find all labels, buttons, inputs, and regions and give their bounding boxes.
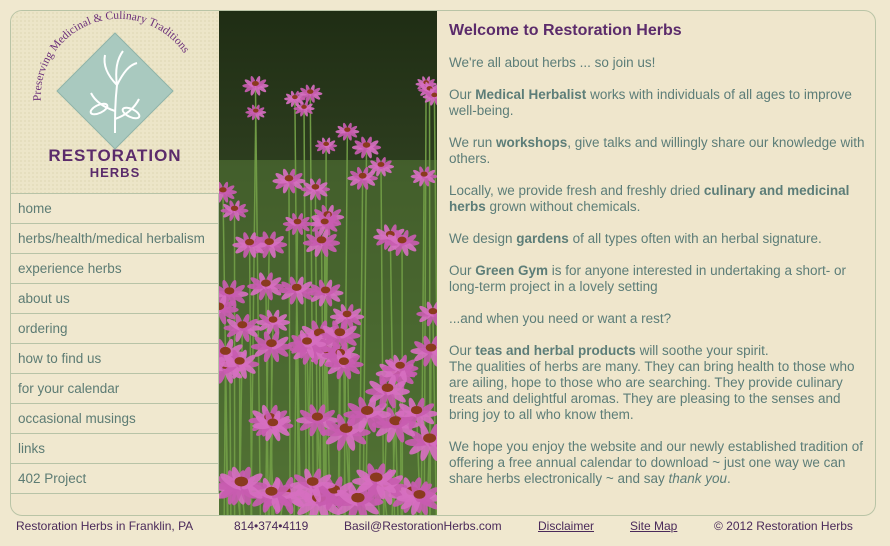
page-title: Welcome to Restoration Herbs [449, 22, 682, 39]
nav-item-musings[interactable]: occasional musings [11, 403, 219, 434]
green-gym-bold: Green Gym [475, 263, 549, 278]
teas-paragraph: Our teas and herbal products will soothe… [449, 343, 855, 422]
workshops-paragraph: We run workshops, give talks and willing… [449, 135, 865, 166]
left-column: Preserving Medicinal & Culinary Traditio… [11, 11, 219, 515]
logo-name-line1: RESTORATION [48, 146, 181, 165]
footer-copyright: © 2012 Restoration Herbs [714, 519, 853, 533]
footer-email[interactable]: Basil@RestorationHerbs.com [344, 519, 502, 533]
calendar-paragraph: We hope you enjoy the website and our ne… [449, 439, 864, 486]
teas-products-bold: teas and herbal products [475, 343, 636, 358]
nav-item-home[interactable]: home [11, 193, 219, 224]
herbalist-paragraph: Our Medical Herbalist works with individ… [449, 87, 852, 118]
echinacea-photo [219, 11, 437, 515]
nav-item-how-to-find-us[interactable]: how to find us [11, 343, 219, 374]
coneflower-field-image [219, 11, 437, 515]
page-footer: Restoration Herbs in Franklin, PA 814•37… [0, 516, 890, 546]
nav-item-about-us[interactable]: about us [11, 283, 219, 314]
footer-sitemap-link[interactable]: Site Map [630, 519, 677, 533]
main-content: Welcome to Restoration Herbs We're all a… [449, 23, 869, 503]
footer-location: Restoration Herbs in Franklin, PA [16, 519, 194, 533]
gardens-bold: gardens [516, 231, 569, 246]
main-nav: home herbs/health/medical herbalism expe… [11, 193, 219, 494]
site-logo[interactable]: Preserving Medicinal & Culinary Traditio… [11, 11, 219, 193]
nav-item-calendar[interactable]: for your calendar [11, 373, 219, 404]
rest-paragraph: ...and when you need or want a rest? [449, 311, 672, 326]
nav-item-402-project[interactable]: 402 Project [11, 463, 219, 494]
workshops-bold: workshops [496, 135, 568, 150]
intro-paragraph: We're all about herbs ... so join us! [449, 55, 656, 70]
medical-herbalist-bold: Medical Herbalist [475, 87, 587, 102]
nav-item-experience-herbs[interactable]: experience herbs [11, 253, 219, 284]
page-frame: Preserving Medicinal & Culinary Traditio… [10, 10, 876, 516]
nav-item-links[interactable]: links [11, 433, 219, 464]
green-gym-paragraph: Our Green Gym is for anyone interested i… [449, 263, 846, 294]
thank-you-italic: thank you [668, 471, 728, 486]
footer-disclaimer-link[interactable]: Disclaimer [538, 519, 594, 533]
footer-phone: 814•374•4119 [234, 519, 309, 533]
nav-item-herbs-health[interactable]: herbs/health/medical herbalism [11, 223, 219, 254]
logo-name-line2: HERBS [90, 165, 141, 180]
logo-graphic: Preserving Medicinal & Culinary Traditio… [32, 11, 192, 180]
herbs-paragraph: Locally, we provide fresh and freshly dr… [449, 183, 850, 214]
nav-item-ordering[interactable]: ordering [11, 313, 219, 344]
gardens-paragraph: We design gardens of all types often wit… [449, 231, 822, 246]
